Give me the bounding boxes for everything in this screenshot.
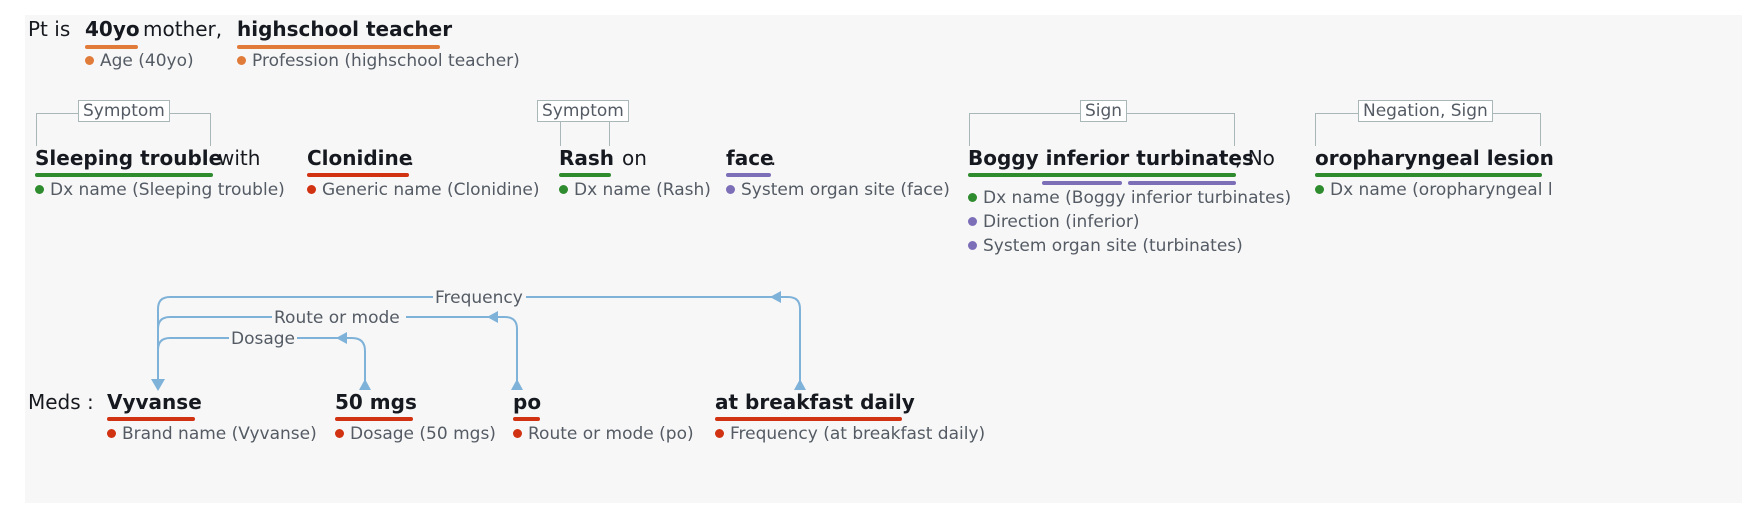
red-dot-icon xyxy=(307,185,316,194)
green-dot-icon xyxy=(35,185,44,194)
label-turbinates: System organ site (turbinates) xyxy=(968,235,1243,257)
orange-dot-icon xyxy=(85,56,94,65)
tag-sign[interactable]: Sign xyxy=(1080,100,1128,122)
sleeping-trouble-underline xyxy=(35,173,213,177)
profession-underline xyxy=(237,45,440,49)
breakfast-underline xyxy=(715,417,902,421)
turbinates-underline xyxy=(1128,181,1236,185)
entity-po[interactable]: po xyxy=(513,390,541,414)
green-dot-icon xyxy=(1315,185,1324,194)
label-vyvanse: Brand name (Vyvanse) xyxy=(107,423,317,445)
text-pt-is: Pt is xyxy=(28,17,71,41)
purple-dot-icon xyxy=(968,217,977,226)
green-dot-icon xyxy=(559,185,568,194)
entity-profession[interactable]: highschool teacher xyxy=(237,17,452,41)
label-breakfast: Frequency (at breakfast daily) xyxy=(715,423,985,445)
vyvanse-underline xyxy=(107,417,195,421)
red-dot-icon xyxy=(107,429,116,438)
purple-dot-icon xyxy=(968,241,977,250)
boggy-underline xyxy=(968,173,1236,177)
clonidine-underline xyxy=(307,173,409,177)
text-period-3: . xyxy=(1542,146,1549,170)
green-dot-icon xyxy=(968,193,977,202)
entity-face[interactable]: face xyxy=(726,146,774,170)
50-mgs-underline xyxy=(335,417,413,421)
frequency-relation-label: Frequency xyxy=(435,288,523,308)
entity-clonidine[interactable]: Clonidine xyxy=(307,146,412,170)
text-mother: mother, xyxy=(143,17,223,41)
text-meds: Meds : xyxy=(28,390,94,414)
route-mid-arrowhead xyxy=(487,311,498,323)
tag-negation-sign[interactable]: Negation, Sign xyxy=(1358,100,1493,122)
tag-symptom-1[interactable]: Symptom xyxy=(78,100,170,122)
age-underline xyxy=(85,45,138,49)
label-profession: Profession (highschool teacher) xyxy=(237,50,520,72)
text-period-2: . xyxy=(770,146,777,170)
red-dot-icon xyxy=(335,429,344,438)
entity-age[interactable]: 40yo xyxy=(85,17,140,41)
entity-50-mgs[interactable]: 50 mgs xyxy=(335,390,417,414)
text-comma-no: , No xyxy=(1235,146,1275,170)
label-clonidine: Generic name (Clonidine) xyxy=(307,179,539,201)
po-underline xyxy=(513,417,540,421)
entity-at-breakfast-daily[interactable]: at breakfast daily xyxy=(715,390,915,414)
label-po: Route or mode (po) xyxy=(513,423,694,445)
route-source-arrowhead xyxy=(511,379,523,390)
label-boggy: Dx name (Boggy inferior turbinates) xyxy=(968,187,1291,209)
label-sleeping-trouble: Dx name (Sleeping trouble) xyxy=(35,179,285,201)
entity-vyvanse[interactable]: Vyvanse xyxy=(107,390,202,414)
dosage-mid-arrowhead xyxy=(336,332,347,344)
orange-dot-icon xyxy=(237,56,246,65)
purple-dot-icon xyxy=(726,185,735,194)
label-oropharyngeal: Dx name (oropharyngeal l xyxy=(1315,179,1553,201)
inferior-underline xyxy=(1042,181,1122,185)
annotation-canvas: Frequency Route or mode Dosage Pt is 40y… xyxy=(25,15,1742,503)
entity-sleeping-trouble[interactable]: Sleeping trouble xyxy=(35,146,222,170)
text-period-1: . xyxy=(408,146,415,170)
oropharyngeal-underline xyxy=(1315,173,1542,177)
route-relation-label: Route or mode xyxy=(274,308,400,328)
frequency-mid-arrowhead xyxy=(770,291,781,303)
red-dot-icon xyxy=(513,429,522,438)
label-age: Age (40yo) xyxy=(85,50,194,72)
label-50-mgs: Dosage (50 mgs) xyxy=(335,423,496,445)
entity-rash[interactable]: Rash xyxy=(559,146,614,170)
tag-symptom-2[interactable]: Symptom xyxy=(537,100,629,122)
label-inferior: Direction (inferior) xyxy=(968,211,1140,233)
red-dot-icon xyxy=(715,429,724,438)
face-underline xyxy=(726,173,771,177)
text-with: with xyxy=(218,146,261,170)
label-face: System organ site (face) xyxy=(726,179,950,201)
entity-boggy-inferior-turbinates[interactable]: Boggy inferior turbinates xyxy=(968,146,1254,170)
text-on: on xyxy=(622,146,647,170)
dosage-source-arrowhead xyxy=(359,379,371,390)
label-rash: Dx name (Rash) xyxy=(559,179,711,201)
frequency-source-arrowhead xyxy=(794,379,806,390)
dosage-relation-label: Dosage xyxy=(231,329,295,349)
entity-oropharyngeal-lesion[interactable]: oropharyngeal lesion xyxy=(1315,146,1554,170)
rash-underline xyxy=(559,173,611,177)
